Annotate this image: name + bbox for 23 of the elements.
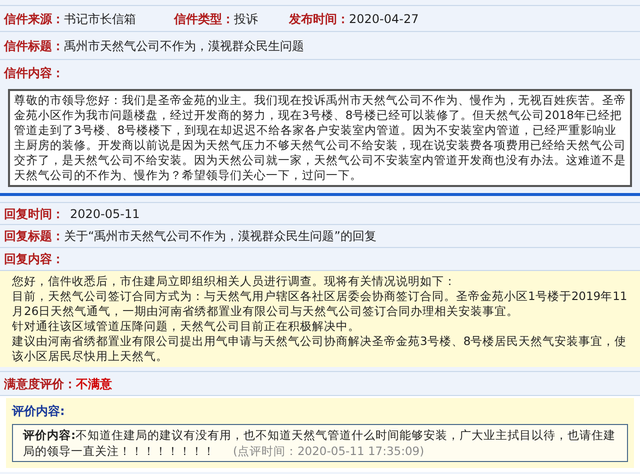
field-value: 禹州市天然气公司不作为，漠视群众民生问题 [64,38,304,54]
field-label: 信件来源： [4,10,64,28]
field-value: 书记市长信箱 [64,10,137,28]
field-value: 关于“禹州市天然气公司不作为，漠视群众民生问题”的回复 [64,228,376,245]
satisfaction-value: 不满意 [76,376,112,392]
field-label: 满意度评价： [4,376,76,392]
field-label: 发布时间： [289,10,349,28]
field-value: 投诉 [234,10,259,28]
evaluation-text: 评价内容:不知道住建局的建议有没有用，也不知道天然气管道什么时间能够安装，广大业主拭目以待，也请住建局的领导一直关注！！！！！！！！ (点评时间：2020-05-11 17:35:09) [23,427,617,459]
field-value: 2020-05-11 [70,206,140,222]
field-label: 回复标题： [4,228,64,245]
field-label: 回复内容： [4,251,64,268]
field-label: 信件内容： [4,64,64,82]
reply-paragraph: 您好，信件收悉后，市住建局立即组织相关人员进行调查。现将有关情况说明如下： [12,274,457,289]
field-value: 2020-04-27 [349,10,419,28]
reply-paragraph: 建议由河南省绣都置业有限公司提出用气申请与天然气公司协商解决圣帝金苑3号楼、8号楼居民天然气安装事宜，使该小区居民尽快用上天然气。 [12,334,628,364]
letter-content: 尊敬的市领导您好：我们是圣帝金苑的业主。我们现在投诉禹州市天然气公司不作为、慢作为，无视百姓疾苦。圣帝金苑小区作为我市问题楼盘，经过开发商的努力，现在3号楼、8号楼已经可以装修了。但天然气公司2018年已经把管道走到了3号楼、8号楼楼下，到现在却迟迟不给各家各户安装室内管道。因为不安装室内管道，已经严重影响业主厨房的装修。开发商以前说是因为天然气压力不够天然气公司不给安装，现在说安装费各项费用已经给天然气公司交齐了，是天然气公司不给安装。因为天然公司就一家，天然气公司不安装室内管道开发商也没有办法。这难道不是天然气公司的不作为、慢作为？希望领导们关心一下，过问一下。 [8,89,632,187]
field-label: 回复时间： [4,206,64,222]
evaluation-heading: 评价内容: [12,403,66,420]
field-label: 信件类型： [174,10,234,28]
reply-paragraph: 目前，天然气公司签订合同方式为：与天然气用户辖区各社区居委会协商签订合同。圣帝金苑小区1号楼于2019年11月26日天然气通气，一期由河南省绣都置业有限公司与天然气公司签订合同办理相关安装事宜。 [12,289,628,319]
reply-paragraph: 针对通往该区域管道压降问题，天然气公司目前正在积极解决中。 [12,319,361,334]
field-label: 信件标题： [4,38,64,54]
